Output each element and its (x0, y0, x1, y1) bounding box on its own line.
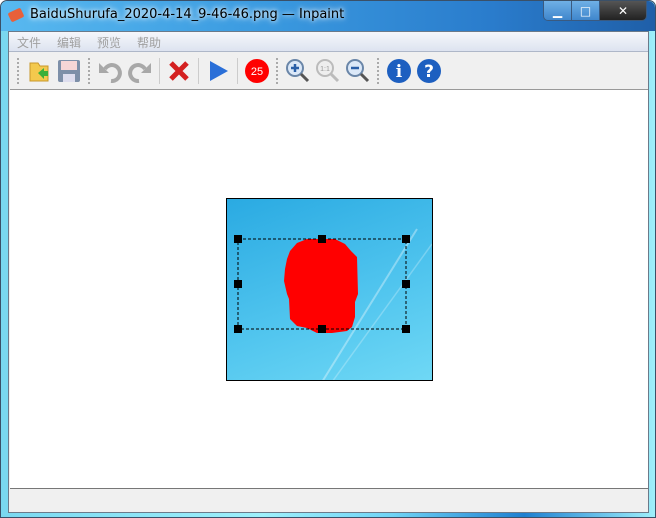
zoom-out-icon (346, 58, 370, 82)
title-bar[interactable]: BaiduShurufa_2020-4-14_9-46-46.png — Inp… (1, 1, 655, 31)
help-icon: ? (417, 58, 441, 83)
image-canvas[interactable] (10, 89, 648, 489)
toolbar-grip[interactable] (17, 57, 20, 84)
zoom-out-button[interactable] (344, 57, 372, 85)
zoom-in-button[interactable] (284, 57, 312, 85)
minimize-button[interactable]: ▁ (544, 1, 572, 20)
brush-size-icon: 25 (245, 58, 269, 83)
info-icon: i (387, 58, 411, 83)
delete-button[interactable] (165, 57, 193, 85)
image-preview[interactable] (226, 198, 433, 381)
undo-icon (99, 62, 122, 83)
zoom-in-icon (286, 58, 310, 82)
save-button[interactable] (55, 57, 83, 85)
open-button[interactable] (25, 57, 53, 85)
save-disk-icon (58, 59, 80, 82)
redo-button[interactable] (126, 57, 154, 85)
menu-help[interactable]: 帮助 (129, 32, 169, 51)
toolbar-grip[interactable] (276, 57, 279, 84)
play-icon (210, 60, 228, 81)
brush-size-label: 25 (251, 66, 263, 78)
close-button[interactable]: ✕ (600, 1, 646, 20)
maximize-button[interactable]: □ (572, 1, 600, 20)
menu-edit[interactable]: 编辑 (49, 32, 89, 51)
toolbar-grip[interactable] (377, 57, 380, 84)
menu-bar: 文件 编辑 预览 帮助 (9, 32, 648, 52)
zoom-actual-icon: 1:1 (316, 58, 340, 82)
run-button[interactable] (204, 57, 232, 85)
toolbar: 25 1:1 i ? (9, 53, 648, 88)
status-bar (10, 490, 648, 512)
window-title: BaiduShurufa_2020-4-14_9-46-46.png — Inp… (30, 7, 345, 22)
image-overlay (234, 228, 432, 380)
toolbar-grip[interactable] (88, 57, 91, 84)
app-eraser-icon (7, 7, 25, 23)
open-folder-icon (29, 62, 49, 81)
menu-file[interactable]: 文件 (9, 32, 49, 51)
app-window: BaiduShurufa_2020-4-14_9-46-46.png — Inp… (0, 0, 656, 518)
client-area: 文件 编辑 预览 帮助 25 1:1 i ? (8, 31, 649, 513)
info-button[interactable]: i (385, 57, 413, 85)
undo-button[interactable] (96, 57, 124, 85)
menu-preview[interactable]: 预览 (89, 32, 129, 51)
svg-text:?: ? (424, 62, 434, 82)
svg-text:i: i (396, 62, 403, 82)
svg-text:1:1: 1:1 (320, 66, 330, 73)
delete-x-icon (169, 60, 189, 81)
zoom-actual-button[interactable]: 1:1 (314, 57, 342, 85)
mask-red-region[interactable] (284, 239, 358, 333)
help-button[interactable]: ? (415, 57, 443, 85)
redo-icon (128, 62, 151, 83)
brush-size-button[interactable]: 25 (243, 57, 271, 85)
